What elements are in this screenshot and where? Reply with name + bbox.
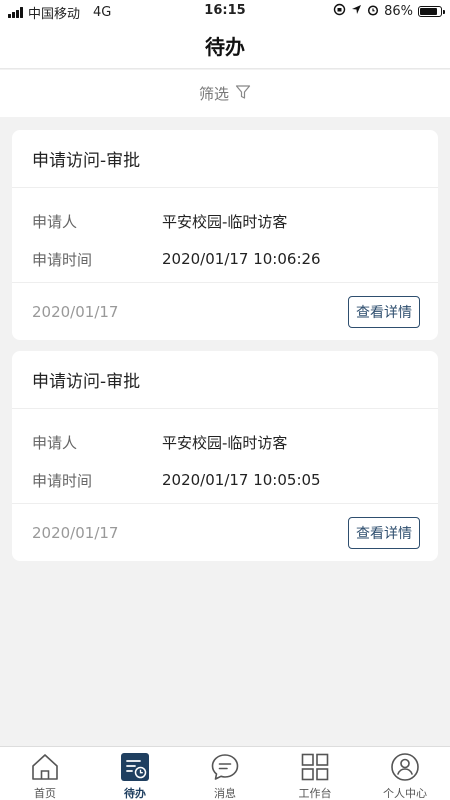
tab-workbench-label: 工作台 [298,787,332,800]
filter-icon [235,84,251,104]
tab-messages[interactable]: 消息 [180,747,270,800]
battery-icon [418,6,445,17]
apply-time-label: 申请时间 [32,471,93,490]
card-footer: 2020/01/17 查看详情 [12,504,438,561]
applicant-label: 申请人 [32,433,78,452]
battery-percent: 86% [384,4,413,19]
card-footer: 2020/01/17 查看详情 [12,283,438,340]
view-details-button[interactable]: 查看详情 [348,295,420,328]
filter-bar[interactable]: 筛选 [0,70,450,117]
tab-todo[interactable]: 待办 [90,747,180,800]
applicant-value: 平安校园-临时访客 [162,433,288,452]
tab-profile-label: 个人中心 [383,787,427,800]
tab-todo-label: 待办 [124,787,146,800]
tab-home-label: 首页 [34,787,56,800]
todo-card: 申请访问-审批 申请人 平安校园-临时访客 申请时间 2020/01/17 10… [12,130,438,340]
card-body: 申请人 平安校园-临时访客 申请时间 2020/01/17 10:05:05 [12,409,438,504]
card-date: 2020/01/17 [32,523,119,542]
applicant-row: 申请人 平安校园-临时访客 [32,429,418,455]
status-right: 86% [333,3,445,20]
apply-time-row: 申请时间 2020/01/17 10:05:05 [32,467,418,493]
grid-icon [300,752,330,782]
apply-time-value: 2020/01/17 10:06:26 [162,250,321,268]
card-date: 2020/01/17 [32,302,119,321]
apply-time-row: 申请时间 2020/01/17 10:06:26 [32,246,418,272]
card-body: 申请人 平安校园-临时访客 申请时间 2020/01/17 10:06:26 [12,188,438,283]
applicant-label: 申请人 [32,212,78,231]
tab-workbench[interactable]: 工作台 [270,747,360,800]
tab-profile[interactable]: 个人中心 [360,747,450,800]
tab-home[interactable]: 首页 [0,747,90,800]
alarm-icon [367,4,379,20]
nav-bar: 待办 [0,22,450,69]
home-icon [30,752,60,782]
page-title: 待办 [205,34,245,59]
orientation-lock-icon [333,3,346,20]
todo-card: 申请访问-审批 申请人 平安校园-临时访客 申请时间 2020/01/17 10… [12,351,438,561]
location-icon [351,4,362,19]
person-icon [390,752,420,782]
apply-time-value: 2020/01/17 10:05:05 [162,471,321,489]
tab-messages-label: 消息 [214,787,236,800]
todo-icon [120,752,150,782]
view-details-button[interactable]: 查看详情 [348,516,420,549]
card-title: 申请访问-审批 [12,130,438,188]
status-bar: 中国移动 4G 16:15 86% [0,0,450,22]
applicant-row: 申请人 平安校园-临时访客 [32,208,418,234]
card-title: 申请访问-审批 [12,351,438,409]
tab-bar: 首页 待办 消息 工作台 个人中心 [0,746,450,800]
applicant-value: 平安校园-临时访客 [162,212,288,231]
message-icon [210,752,240,782]
filter-label: 筛选 [198,85,229,103]
apply-time-label: 申请时间 [32,250,93,269]
